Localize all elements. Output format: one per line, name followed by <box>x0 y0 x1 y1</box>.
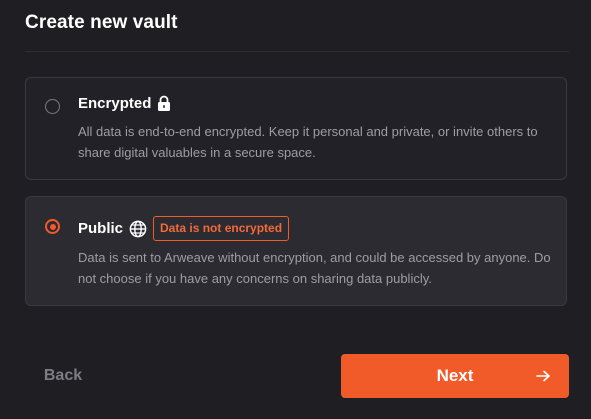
next-button-label: Next <box>436 366 474 385</box>
radio-public[interactable] <box>45 219 60 234</box>
option-public-header: Public Data is not encrypted <box>78 216 290 241</box>
option-public-description: Data is sent to Arweave without encrypti… <box>78 250 551 286</box>
option-public-label: Public <box>78 220 124 237</box>
option-encrypted-header: Encrypted <box>78 95 171 112</box>
globe-icon <box>129 220 147 238</box>
arrow-right-icon <box>535 368 551 384</box>
option-encrypted-label: Encrypted <box>78 95 152 112</box>
next-button[interactable]: Next <box>341 354 569 398</box>
dialog-title: Create new vault <box>25 12 178 33</box>
lock-icon <box>157 95 171 112</box>
option-encrypted-description: All data is end-to-end encrypted. Keep i… <box>78 124 538 160</box>
back-button[interactable]: Back <box>25 355 101 397</box>
create-vault-dialog: Create new vault Encrypted All data is e… <box>0 0 591 419</box>
option-public[interactable]: Public Data is not encrypted Data is sen… <box>25 196 567 306</box>
divider <box>25 51 569 52</box>
not-encrypted-badge: Data is not encrypted <box>153 216 290 241</box>
radio-encrypted[interactable] <box>45 99 60 114</box>
option-encrypted[interactable]: Encrypted All data is end-to-end encrypt… <box>25 77 567 180</box>
